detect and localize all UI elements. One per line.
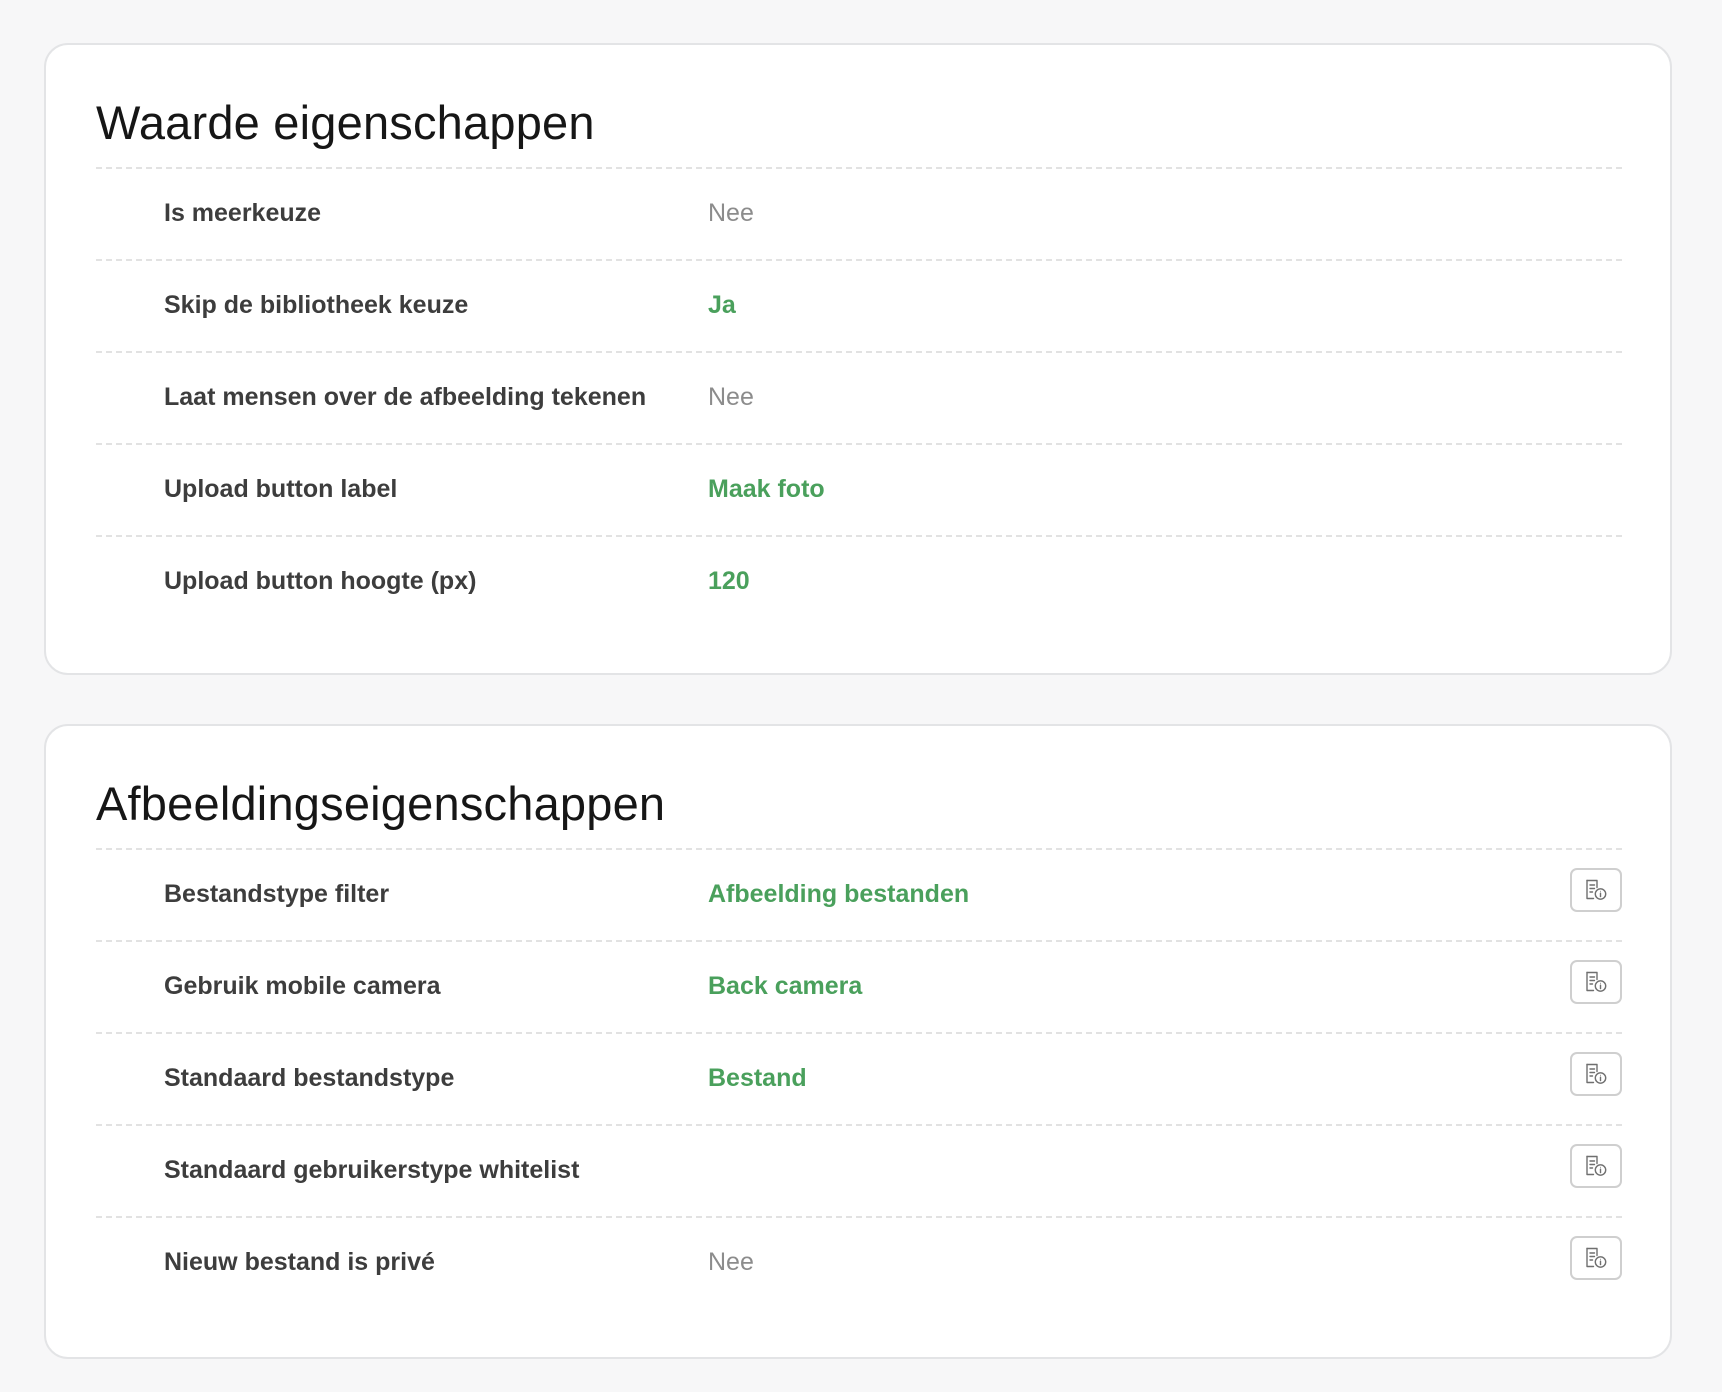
property-label: Upload button hoogte (px) [164,567,477,595]
property-label: Standaard bestandstype [164,1064,455,1092]
property-row-skip-bibliotheek-keuze: Skip de bibliotheek keuze Ja [96,259,1622,351]
property-value: Bestand [708,1064,807,1092]
property-row-afbeelding-tekenen: Laat mensen over de afbeelding tekenen N… [96,351,1622,443]
property-info-button[interactable] [1570,1236,1622,1280]
property-row-nieuw-bestand-prive: Nieuw bestand is privé Nee [96,1216,1622,1308]
property-label: Bestandstype filter [164,880,390,908]
property-value: Maak foto [708,475,825,503]
property-label: Is meerkeuze [164,199,322,227]
property-value: Afbeelding bestanden [708,880,970,908]
property-value: Nee [708,1248,754,1276]
document-info-icon [1586,1155,1607,1176]
afbeeldingseigenschappen-title: Afbeeldingseigenschappen [96,777,666,830]
property-value: 120 [708,567,750,595]
property-label: Laat mensen over de afbeelding tekenen [164,383,647,411]
document-info-icon [1586,879,1607,900]
property-label: Gebruik mobile camera [164,972,441,1000]
property-label: Skip de bibliotheek keuze [164,291,469,319]
property-info-button[interactable] [1570,960,1622,1004]
property-row-standaard-bestandstype: Standaard bestandstype Bestand [96,1032,1622,1124]
property-info-button[interactable] [1570,868,1622,912]
property-label: Standaard gebruikerstype whitelist [164,1156,580,1184]
property-value: Back camera [708,972,863,1000]
property-value: Ja [708,291,736,319]
afbeeldingseigenschappen-list: Bestandstype filter Afbeelding bestanden… [96,848,1622,1308]
property-row-gebruik-mobile-camera: Gebruik mobile camera Back camera [96,940,1622,1032]
property-row-bestandstype-filter: Bestandstype filter Afbeelding bestanden [96,848,1622,940]
property-label: Upload button label [164,475,398,503]
property-row-upload-button-hoogte: Upload button hoogte (px) 120 [96,535,1622,627]
document-info-icon [1586,1063,1607,1084]
document-info-icon [1586,971,1607,992]
property-info-button[interactable] [1570,1144,1622,1188]
property-row-is-meerkeuze: Is meerkeuze Nee [96,167,1622,259]
document-info-icon [1586,1247,1607,1268]
afbeeldingseigenschappen-card: Afbeeldingseigenschappen Bestandstype fi… [44,724,1672,1359]
waarde-eigenschappen-list: Is meerkeuze Nee Skip de bibliotheek keu… [96,167,1622,627]
property-value: Nee [708,199,754,227]
waarde-eigenschappen-title: Waarde eigenschappen [96,96,595,149]
property-row-upload-button-label: Upload button label Maak foto [96,443,1622,535]
property-row-gebruikerstype-whitelist: Standaard gebruikerstype whitelist [96,1124,1622,1216]
property-label: Nieuw bestand is privé [164,1248,435,1276]
property-info-button[interactable] [1570,1052,1622,1096]
property-value: Nee [708,383,754,411]
waarde-eigenschappen-card: Waarde eigenschappen Is meerkeuze Nee Sk… [44,43,1672,675]
